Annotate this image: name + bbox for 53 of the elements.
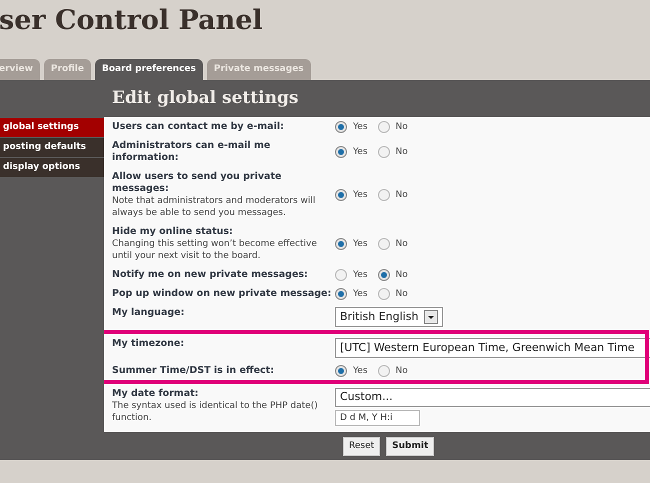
radio-label: Yes: [353, 188, 368, 200]
section-heading: Edit global settings: [112, 86, 298, 110]
radio-label: No: [396, 364, 408, 376]
setting-label: My language:: [112, 306, 186, 318]
radio-label: Yes: [353, 288, 368, 300]
setting-label: Allow users to send you private messages:: [112, 170, 282, 194]
setting-note: The syntax used is identical to the PHP date() function.: [112, 400, 319, 424]
setting-label: Users can contact me by e-mail:: [112, 120, 285, 132]
radio-label: Yes: [353, 268, 368, 280]
radio-button[interactable]: [378, 146, 390, 158]
radio-button[interactable]: [378, 238, 390, 250]
date-format-select[interactable]: Custom...: [335, 388, 650, 406]
timezone-select[interactable]: [UTC] Western European Time, Greenwich Mean Time: [335, 338, 650, 358]
radio-button[interactable]: [335, 238, 347, 250]
radio-button[interactable]: [378, 364, 390, 376]
radio-label: Yes: [353, 146, 368, 158]
reset-button[interactable]: Reset: [343, 437, 380, 456]
setting-label: My date format:: [112, 388, 200, 400]
sidebar-item[interactable]: display options: [0, 158, 104, 177]
setting-label: My timezone:: [112, 338, 186, 350]
setting-note: Note that administrators and moderators will always be able to send you messages.: [112, 194, 316, 218]
radio-label: Yes: [353, 238, 368, 250]
radio-label: Yes: [353, 364, 368, 376]
page-title: ser Control Panel: [0, 4, 263, 38]
radio-button[interactable]: [378, 120, 390, 132]
radio-button[interactable]: [378, 188, 390, 200]
radio-label: No: [396, 188, 408, 200]
radio-label: No: [396, 288, 408, 300]
sidebar-item[interactable]: posting defaults: [0, 138, 104, 157]
radio-button[interactable]: [335, 288, 347, 300]
setting-label: Hide my online status:: [112, 226, 234, 238]
language-select[interactable]: British English: [335, 306, 444, 326]
radio-button[interactable]: [335, 364, 347, 376]
radio-button[interactable]: [378, 288, 390, 300]
radio-label: No: [396, 120, 408, 132]
radio-button[interactable]: [335, 146, 347, 158]
tab[interactable]: Board preferences: [95, 59, 203, 80]
radio-label: No: [396, 146, 408, 158]
setting-label: Summer Time/DST is in effect:: [112, 364, 276, 376]
radio-button[interactable]: [335, 268, 347, 280]
radio-label: No: [396, 268, 408, 280]
setting-label: Administrators can e-mail me information:: [112, 140, 272, 164]
sidebar-item[interactable]: global settings: [0, 118, 104, 137]
radio-label: Yes: [353, 120, 368, 132]
setting-note: Changing this setting won’t become effective until your next visit to the board.: [112, 238, 318, 262]
setting-label: Pop up window on new private message:: [112, 288, 332, 300]
radio-button[interactable]: [335, 188, 347, 200]
radio-button[interactable]: [335, 120, 347, 132]
date-format-input[interactable]: D d M, Y H:i: [335, 410, 420, 426]
radio-button[interactable]: [378, 268, 390, 280]
setting-label: Notify me on new private messages:: [112, 268, 309, 280]
radio-label: No: [396, 238, 408, 250]
submit-button[interactable]: Submit: [386, 437, 434, 456]
